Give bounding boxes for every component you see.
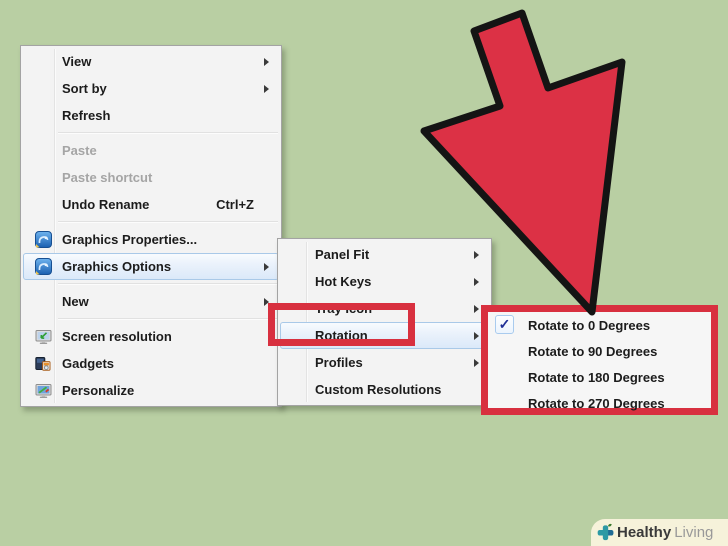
screen-resolution-icon <box>24 329 62 345</box>
desktop-context-menu: View Sort by Refresh Paste Paste shortcu… <box>20 45 282 407</box>
desktop: View Sort by Refresh Paste Paste shortcu… <box>0 0 728 546</box>
submenu-arrow-icon <box>264 262 269 271</box>
submenu-arrow-icon <box>474 331 479 340</box>
menu-separator <box>58 221 278 223</box>
submenu-item-rotate-0[interactable]: ✓ Rotate to 0 Degrees <box>490 312 709 338</box>
submenu-arrow-icon <box>474 277 479 286</box>
menu-separator <box>58 283 278 285</box>
brand-name-light: Living <box>674 524 714 541</box>
submenu-item-rotate-180[interactable]: Rotate to 180 Degrees <box>490 364 709 390</box>
menu-item-view[interactable]: View <box>23 48 279 75</box>
submenu-arrow-icon <box>474 304 479 313</box>
menu-item-label: Gadgets <box>62 356 115 371</box>
menu-item-label: Panel Fit <box>315 247 370 262</box>
menu-item-label: Rotate to 270 Degrees <box>528 395 665 411</box>
menu-item-screen-resolution[interactable]: Screen resolution <box>23 323 279 350</box>
menu-item-label: New <box>62 294 89 309</box>
shortcut-label: Ctrl+Z <box>216 197 254 212</box>
menu-item-personalize[interactable]: Personalize <box>23 377 279 404</box>
menu-item-label: Rotate to 0 Degrees <box>528 317 651 333</box>
brand-name-bold: Healthy <box>617 524 672 541</box>
menu-item-label: Paste shortcut <box>62 170 153 185</box>
menu-item-refresh[interactable]: Refresh <box>23 102 279 129</box>
menu-item-label: Rotate to 180 Degrees <box>528 369 665 385</box>
menu-separator <box>58 132 278 134</box>
menu-item-label: Profiles <box>315 355 363 370</box>
submenu-arrow-icon <box>264 57 269 66</box>
submenu-item-rotate-270[interactable]: Rotate to 270 Degrees <box>490 390 709 416</box>
rotation-submenu: ✓ Rotate to 0 Degrees Rotate to 90 Degre… <box>488 312 711 411</box>
submenu-arrow-icon <box>474 358 479 367</box>
menu-separator <box>58 318 278 320</box>
menu-item-label: View <box>62 54 92 69</box>
menu-item-label: Graphics Properties... <box>62 232 198 247</box>
submenu-item-profiles[interactable]: Profiles <box>280 349 489 376</box>
menu-item-gadgets[interactable]: Gadgets <box>23 350 279 377</box>
submenu-arrow-icon <box>264 84 269 93</box>
submenu-item-hot-keys[interactable]: Hot Keys <box>280 268 489 295</box>
menu-item-undo-rename[interactable]: Undo Rename Ctrl+Z <box>23 191 279 218</box>
menu-item-label: Personalize <box>62 383 135 398</box>
rotation-highlight-box <box>268 303 415 346</box>
check-icon: ✓ <box>495 315 514 334</box>
rotation-submenu-highlight-box: ✓ Rotate to 0 Degrees Rotate to 90 Degre… <box>481 305 718 415</box>
submenu-item-custom-resolutions[interactable]: Custom Resolutions <box>280 376 489 403</box>
submenu-arrow-icon <box>474 250 479 259</box>
menu-item-label: Hot Keys <box>315 274 372 289</box>
menu-item-label: Paste <box>62 143 97 158</box>
intel-graphics-icon <box>24 231 62 248</box>
menu-item-label: Custom Resolutions <box>315 382 442 397</box>
menu-item-new[interactable]: New <box>23 288 279 315</box>
menu-item-label: Rotate to 90 Degrees <box>528 343 658 359</box>
personalize-icon <box>24 383 62 399</box>
menu-item-graphics-options[interactable]: Graphics Options <box>23 253 279 280</box>
menu-item-sort-by[interactable]: Sort by <box>23 75 279 102</box>
submenu-item-rotate-90[interactable]: Rotate to 90 Degrees <box>490 338 709 364</box>
healthy-living-icon <box>595 522 616 543</box>
menu-item-paste-shortcut: Paste shortcut <box>23 164 279 191</box>
menu-item-label: Screen resolution <box>62 329 172 344</box>
menu-item-label: Graphics Options <box>62 259 172 274</box>
menu-item-label: Refresh <box>62 108 111 123</box>
submenu-item-panel-fit[interactable]: Panel Fit <box>280 241 489 268</box>
healthy-living-watermark: Healthy Living <box>591 519 728 546</box>
menu-item-paste: Paste <box>23 137 279 164</box>
gadgets-icon <box>24 356 62 372</box>
menu-item-label: Undo Rename <box>62 197 150 212</box>
intel-graphics-icon <box>24 258 62 275</box>
menu-item-label: Sort by <box>62 81 107 96</box>
menu-item-graphics-properties[interactable]: Graphics Properties... <box>23 226 279 253</box>
